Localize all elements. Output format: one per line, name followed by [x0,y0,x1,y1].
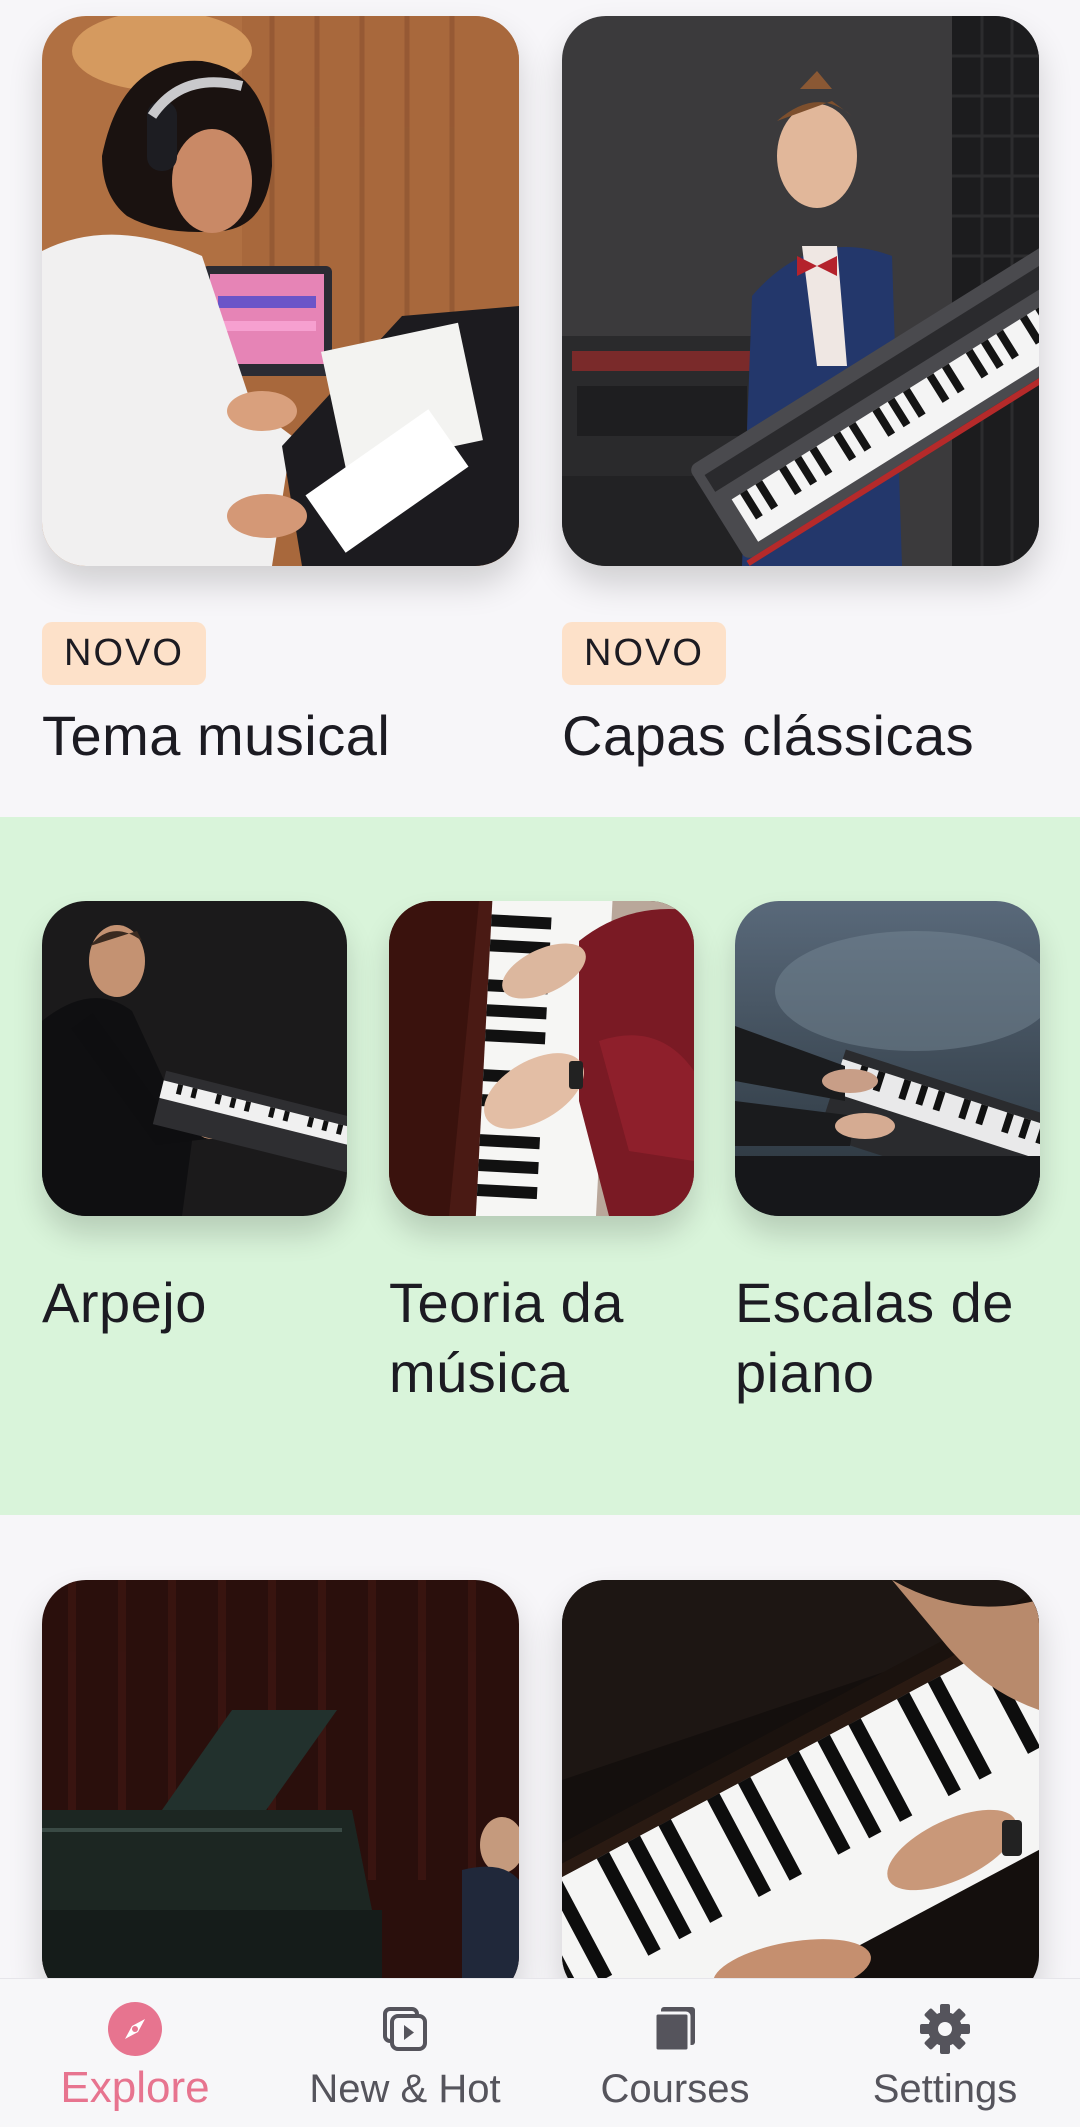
nav-item-new-hot[interactable]: New & Hot [270,1979,540,2127]
nav-label: New & Hot [309,2067,501,2111]
nav-item-courses[interactable]: Courses [540,1979,810,2127]
explore-page: NOVO Tema musical NOVO Capas clássicas A… [0,0,1080,2127]
card-title: Tema musical [42,704,391,767]
card-image-man-suit-piano[interactable] [42,901,347,1216]
card-title: Arpejo [42,1271,207,1334]
nav-item-explore[interactable]: Explore [0,1979,270,2127]
gear-icon [917,2001,973,2057]
card-image-hands-smoky-keyboard[interactable] [735,901,1040,1216]
nav-label: Explore [60,2063,210,2112]
bottom-navigation-bar: Explore New & Hot Courses Settings [0,1978,1080,2127]
card-title: Capas clássicas [562,704,975,767]
card-escalas-de-piano[interactable]: Escalas de piano [735,901,1040,1408]
nav-label: Courses [600,2067,750,2111]
top-section: NOVO Tema musical NOVO Capas clássicas [0,0,1080,817]
card-image-grand-piano-stage[interactable] [42,1580,519,2000]
green-section: Arpejo Teoria da música Escalas de piano [0,817,1080,1515]
book-icon [647,2001,703,2057]
new-badge: NOVO [562,622,726,685]
card-image-man-holding-keyboard[interactable] [562,16,1039,566]
card-capas-classicas[interactable]: NOVO Capas clássicas [562,16,1039,769]
card-image-yamaha-keys-closeup[interactable] [562,1580,1039,2000]
nav-item-settings[interactable]: Settings [810,1979,1080,2127]
card-tema-musical[interactable]: NOVO Tema musical [42,16,519,769]
play-stack-icon [377,2001,433,2057]
compass-icon [107,2001,163,2057]
card-image-woman-piano-headphones[interactable] [42,16,519,566]
card-title: Escalas de piano [735,1271,1014,1404]
card-arpejo[interactable]: Arpejo [42,901,347,1338]
card-title: Teoria da música [389,1271,624,1404]
card-teoria-da-musica[interactable]: Teoria da música [389,901,694,1408]
nav-label: Settings [872,2067,1018,2111]
new-badge: NOVO [42,622,206,685]
card-image-hands-on-keys[interactable] [389,901,694,1216]
